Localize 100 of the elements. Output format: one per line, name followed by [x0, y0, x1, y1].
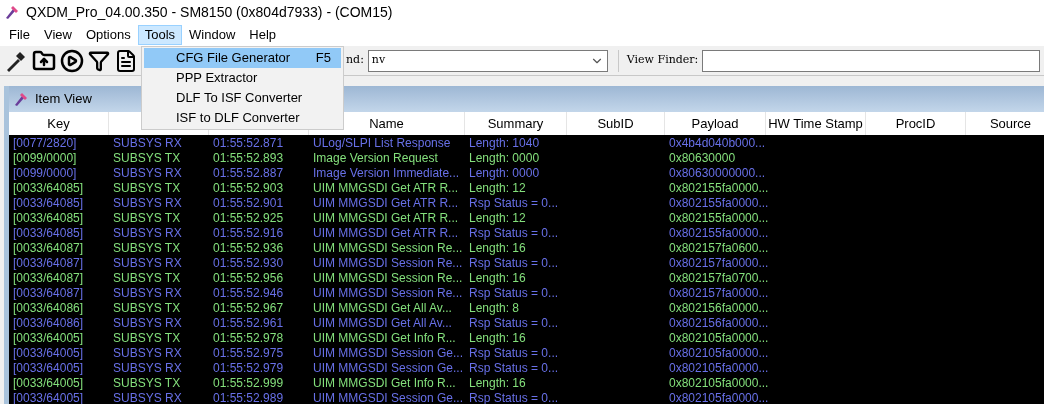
menu-item[interactable]: PPP Extractor — [144, 68, 341, 88]
table-cell: UIM MMGSDI Get ATR R... — [313, 181, 459, 195]
menu-item[interactable]: Options — [78, 25, 138, 45]
table-cell: SUBSYS TX — [113, 331, 181, 345]
table-cell: 01:55:52.887 — [213, 166, 284, 180]
column-header[interactable]: ProcID — [895, 113, 936, 134]
play-icon[interactable] — [60, 48, 84, 73]
table-cell: 01:55:52.978 — [213, 331, 284, 345]
table-cell: Image Version Immediate... — [313, 166, 460, 180]
table-cell: Length: 16 — [469, 271, 526, 285]
table-cell: [0033/64087] — [13, 286, 84, 300]
menu-item[interactable]: ISF to DLF Converter — [144, 108, 341, 128]
table-cell: [0033/64086] — [13, 301, 84, 315]
table-cell: 0x802157fa0000... — [669, 286, 769, 300]
table-cell: UIM MMGSDI Get All Av... — [313, 316, 452, 330]
table-cell: 01:55:52.893 — [213, 151, 284, 165]
list-icon[interactable] — [114, 48, 138, 73]
view-finder-label: View Finder: — [626, 52, 699, 69]
table-cell: 0x802156fa0000... — [669, 316, 769, 330]
table-cell: 0x802155fa0000... — [669, 181, 769, 195]
item-view-icon — [13, 91, 29, 107]
folder-icon[interactable] — [32, 48, 56, 73]
table-cell: SUBSYS RX — [113, 361, 182, 375]
menu-item[interactable]: DLF To ISF Converter — [144, 88, 341, 108]
table-cell: 01:55:52.999 — [213, 376, 284, 390]
table-cell: 0x802156fa0000... — [669, 301, 769, 315]
table-cell: UIM MMGSDI Session Re... — [313, 256, 463, 270]
table-cell: 0x802157fa0000... — [669, 256, 769, 270]
table-cell: SUBSYS RX — [113, 391, 182, 404]
table-cell: Length: 8 — [469, 301, 520, 315]
menu-item[interactable]: View — [36, 25, 79, 45]
table-cell: 0x80630000000... — [669, 166, 766, 180]
table-cell: UIM MMGSDI Get ATR R... — [313, 196, 459, 210]
table-cell: 0x802105fa0000... — [669, 361, 769, 375]
table-cell: 01:55:52.871 — [213, 136, 284, 150]
table-cell: 01:55:52.975 — [213, 346, 284, 360]
menu-item[interactable]: Window — [182, 25, 243, 45]
table-cell: [0033/64005] — [13, 391, 84, 404]
table-cell: 01:55:52.961 — [213, 316, 284, 330]
table-cell: Rsp Status = 0... — [469, 346, 559, 360]
table-cell: Length: 0000 — [469, 151, 540, 165]
table-cell: UIM MMGSDI Get Info R... — [313, 376, 456, 390]
table-cell: Rsp Status = 0... — [469, 316, 559, 330]
table-cell: 0x802157fa0700... — [669, 271, 769, 285]
table-cell: UIM MMGSDI Get ATR R... — [313, 211, 459, 225]
table-cell: 01:55:52.946 — [213, 286, 284, 300]
table-cell: Length: 1040 — [469, 136, 540, 150]
column-header[interactable]: HW Time Stamp — [768, 113, 863, 134]
table-cell: 0x802105fa0000... — [669, 376, 769, 390]
table-cell: SUBSYS TX — [113, 271, 181, 285]
table-cell: UIM MMGSDI Session Re... — [313, 286, 463, 300]
table-cell: Length: 16 — [469, 331, 526, 345]
menu-item[interactable]: Tools — [137, 25, 183, 45]
column-header[interactable]: Payload — [691, 113, 739, 134]
table-cell: 01:55:52.936 — [213, 241, 284, 255]
menu-item[interactable]: Help — [242, 25, 284, 45]
filter-icon[interactable] — [88, 49, 110, 72]
table-cell: SUBSYS RX — [113, 226, 182, 240]
table-cell: Rsp Status = 0... — [469, 361, 559, 375]
column-header[interactable]: Summary — [487, 113, 544, 134]
table-cell: [0033/64087] — [13, 271, 84, 285]
column-header[interactable]: Name — [369, 113, 404, 134]
find-combobox[interactable]: nv — [367, 49, 608, 72]
table-cell: 01:55:52.916 — [213, 226, 284, 240]
table-cell: Length: 16 — [469, 376, 526, 390]
table-cell: 01:55:52.967 — [213, 301, 284, 315]
menu-item[interactable]: File — [2, 25, 37, 45]
table-cell: Length: 0000 — [469, 166, 540, 180]
table-cell: SUBSYS TX — [113, 301, 181, 315]
table-cell: UIM MMGSDI Session Ge... — [313, 346, 464, 360]
table-cell: UIM MMGSDI Get Info R... — [313, 331, 456, 345]
table-cell: Image Version Request — [313, 151, 438, 165]
table-cell: [0033/64087] — [13, 241, 84, 255]
table-cell: 01:55:52.989 — [213, 391, 284, 404]
column-header[interactable]: SubID — [597, 113, 634, 134]
table-cell: [0033/64005] — [13, 331, 84, 345]
table-cell: ULog/SLPI List Response — [313, 136, 451, 150]
table-cell: SUBSYS TX — [113, 151, 181, 165]
table-cell: SUBSYS RX — [113, 286, 182, 300]
table-cell: SUBSYS TX — [113, 376, 181, 390]
view-finder-field[interactable] — [702, 49, 1040, 72]
menu-item[interactable]: CFG File Generator F5 — [144, 48, 341, 68]
table-cell: [0099/0000] — [13, 151, 77, 165]
table-cell: 0x802105fa0000... — [669, 346, 769, 360]
table-cell: SUBSYS RX — [113, 136, 182, 150]
table-cell: SUBSYS RX — [113, 316, 182, 330]
table-cell: SUBSYS RX — [113, 166, 182, 180]
window-title: QXDM_Pro_04.00.350 - SM8150 (0x804d7933) - (COM15) — [26, 2, 393, 22]
table-cell: [0077/2820] — [13, 136, 77, 150]
table-cell: 01:55:52.930 — [213, 256, 284, 270]
column-header[interactable]: Source — [989, 113, 1032, 134]
table-cell: Length: 16 — [469, 241, 526, 255]
table-cell: SUBSYS TX — [113, 211, 181, 225]
table-cell: [0033/64085] — [13, 226, 84, 240]
column-header[interactable]: Key — [47, 113, 70, 134]
table-cell: UIM MMGSDI Get ATR R... — [313, 226, 459, 240]
table-cell: Rsp Status = 0... — [469, 196, 559, 210]
table-cell: SUBSYS RX — [113, 196, 182, 210]
table-cell: 0x802155fa0000... — [669, 211, 769, 225]
table-cell: [0033/64085] — [13, 211, 84, 225]
